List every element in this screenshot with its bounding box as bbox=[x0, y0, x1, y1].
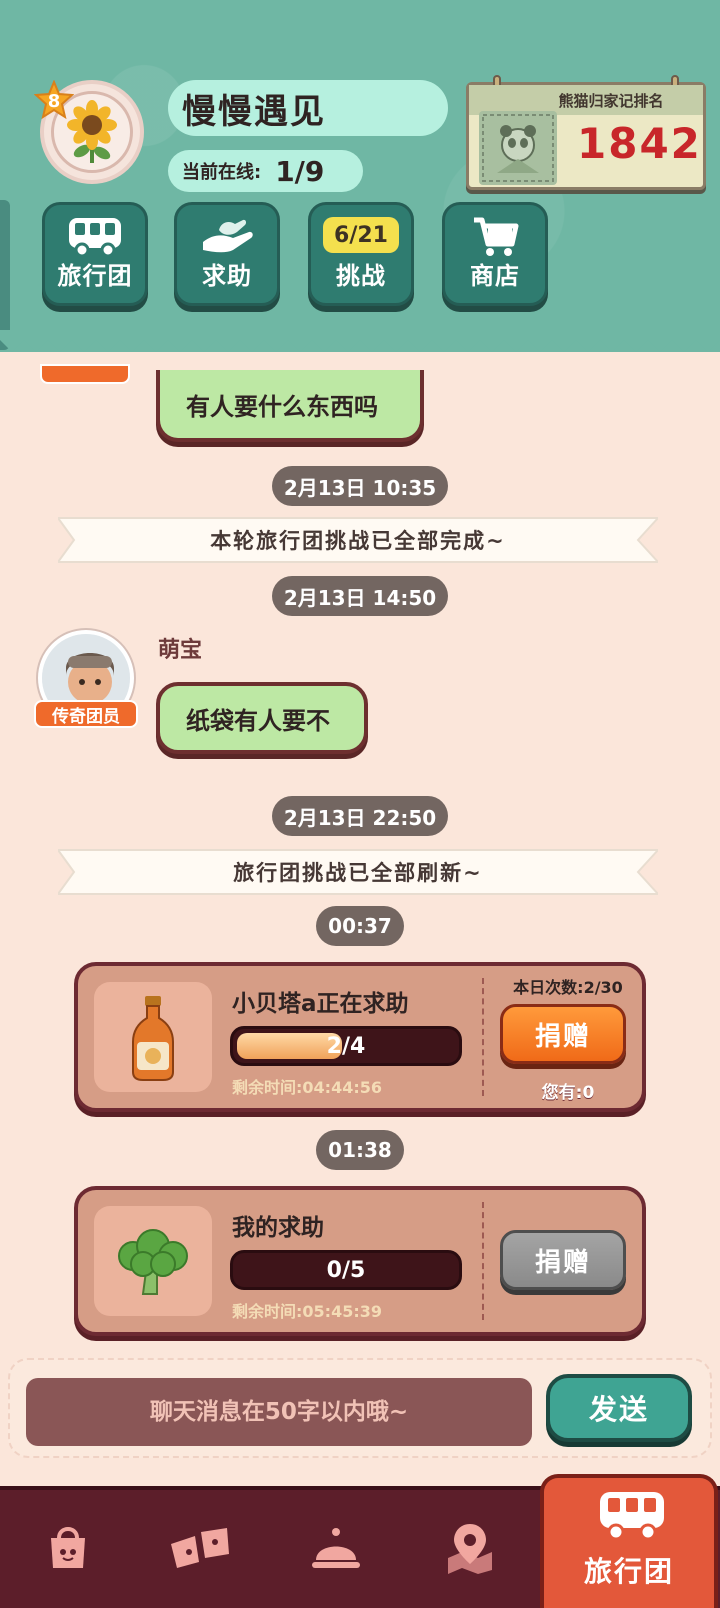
chat-bubble: 有人要什么东西吗 bbox=[156, 370, 424, 442]
timestamp: 2月13日 14:50 bbox=[272, 576, 448, 616]
help-title: 小贝塔a正在求助 bbox=[232, 991, 409, 1017]
online-value: 1/9 bbox=[275, 154, 325, 188]
donate-button-disabled: 捐赠 bbox=[500, 1230, 626, 1290]
help-progress-bar: 2/4 bbox=[230, 1026, 462, 1066]
system-banner: 旅行团挑战已全部刷新~ bbox=[58, 846, 658, 898]
member-badge: 传奇团员 bbox=[34, 700, 138, 728]
service-bell-icon[interactable] bbox=[296, 1512, 376, 1582]
timestamp: 00:37 bbox=[316, 906, 404, 946]
challenge-count: 6/21 bbox=[323, 217, 399, 253]
nav-label: 旅行团 bbox=[57, 262, 133, 290]
help-request-card: 小贝塔a正在求助 2/4 剩余时间:04:44:56 本日次数:2/30 捐赠 … bbox=[74, 962, 646, 1112]
help-remaining-time: 剩余时间:04:44:56 bbox=[232, 1078, 382, 1097]
banner-text: 本轮旅行团挑战已全部完成~ bbox=[210, 529, 506, 553]
team-name: 慢慢遇见 bbox=[168, 80, 448, 136]
cart-icon bbox=[453, 213, 537, 259]
sauce-bottle-icon bbox=[94, 982, 212, 1092]
send-button[interactable]: 发送 bbox=[546, 1374, 692, 1442]
daily-donation-count: 本日次数:2/30 bbox=[513, 978, 623, 997]
chat-input[interactable] bbox=[26, 1378, 532, 1446]
help-progress-text: 0/5 bbox=[326, 1257, 366, 1283]
map-pin-icon[interactable] bbox=[430, 1512, 510, 1582]
chat-bubble: 纸袋有人要不 bbox=[156, 682, 368, 754]
nav-label: 商店 bbox=[470, 262, 520, 290]
divider bbox=[482, 1202, 484, 1320]
help-progress-text: 2/4 bbox=[326, 1033, 366, 1059]
bottom-tab-travel-group[interactable]: 旅行团 bbox=[540, 1474, 718, 1608]
level-number: 8 bbox=[47, 91, 61, 112]
banner-text: 旅行团挑战已全部刷新~ bbox=[233, 861, 483, 885]
bag-icon[interactable] bbox=[28, 1512, 108, 1582]
online-label: 当前在线: bbox=[182, 162, 262, 183]
side-drawer-handle[interactable] bbox=[0, 200, 10, 350]
broccoli-icon bbox=[94, 1206, 212, 1316]
help-remaining-time: 剩余时间:05:45:39 bbox=[232, 1302, 382, 1321]
bottom-tab-label: 旅行团 bbox=[583, 1555, 674, 1588]
my-help-request-card: 我的求助 0/5 剩余时间:05:45:39 捐赠 bbox=[74, 1186, 646, 1336]
member-name: 萌宝 bbox=[158, 638, 203, 663]
help-title: 我的求助 bbox=[232, 1215, 324, 1241]
rank-value: 1842 bbox=[577, 119, 702, 168]
helping-hand-icon bbox=[185, 213, 269, 259]
nav-label: 求助 bbox=[202, 262, 252, 290]
rank-card[interactable]: 熊猫归家记排名 1842 bbox=[466, 75, 706, 190]
nav-shop-button[interactable]: 商店 bbox=[442, 202, 548, 306]
nav-travel-group-button[interactable]: 旅行团 bbox=[42, 202, 148, 306]
online-status: 当前在线: 1/9 bbox=[168, 150, 363, 192]
tickets-icon[interactable] bbox=[160, 1512, 240, 1582]
timestamp: 2月13日 10:35 bbox=[272, 466, 448, 506]
timestamp: 2月13日 22:50 bbox=[272, 796, 448, 836]
bus-icon bbox=[53, 213, 137, 259]
nav-challenge-button[interactable]: 6/21 挑战 bbox=[308, 202, 414, 306]
donate-button[interactable]: 捐赠 bbox=[500, 1004, 626, 1064]
member-badge-partial bbox=[40, 364, 130, 384]
nav-label: 挑战 bbox=[336, 262, 386, 290]
owned-count: 您有:0 bbox=[541, 1083, 595, 1103]
panda-stamp-icon bbox=[479, 111, 557, 185]
bus-icon bbox=[596, 1488, 668, 1546]
header-zigzag-edge bbox=[0, 330, 720, 352]
nav-help-button[interactable]: 求助 bbox=[174, 202, 280, 306]
help-progress-bar: 0/5 bbox=[230, 1250, 462, 1290]
timestamp: 01:38 bbox=[316, 1130, 404, 1170]
system-banner: 本轮旅行团挑战已全部完成~ bbox=[58, 514, 658, 566]
divider bbox=[482, 978, 484, 1096]
